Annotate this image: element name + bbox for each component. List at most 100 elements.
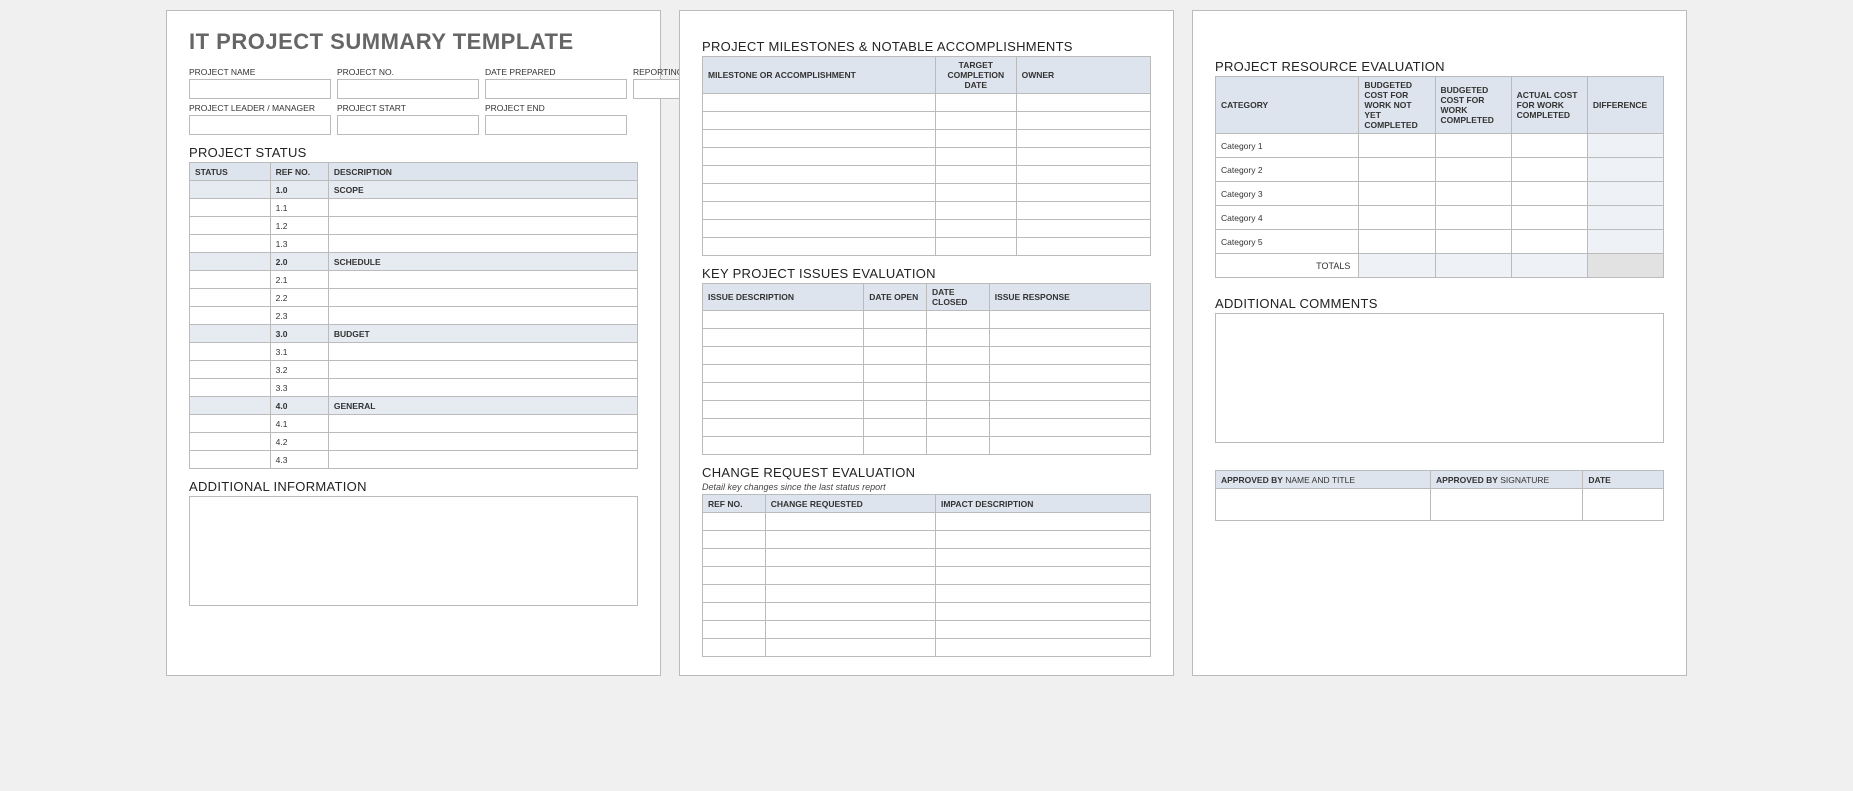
table-row[interactable] bbox=[703, 130, 1151, 148]
table-row[interactable] bbox=[703, 238, 1151, 256]
col-change-ref: REF NO. bbox=[703, 495, 766, 513]
table-row[interactable] bbox=[703, 585, 1151, 603]
subtext-changes: Detail key changes since the last status… bbox=[702, 482, 1151, 492]
col-desc: DESCRIPTION bbox=[328, 163, 637, 181]
table-row[interactable] bbox=[703, 513, 1151, 531]
table-row[interactable]: 4.1 bbox=[190, 415, 638, 433]
textarea-comments[interactable] bbox=[1215, 313, 1664, 443]
table-row[interactable] bbox=[703, 329, 1151, 347]
table-row[interactable]: 1.2 bbox=[190, 217, 638, 235]
table-row[interactable] bbox=[703, 347, 1151, 365]
heading-additional-info: ADDITIONAL INFORMATION bbox=[189, 479, 638, 494]
heading-comments: ADDITIONAL COMMENTS bbox=[1215, 296, 1664, 311]
label-project-name: PROJECT NAME bbox=[189, 67, 331, 77]
table-row[interactable]: Category 3 bbox=[1216, 182, 1664, 206]
table-project-status: STATUS REF NO. DESCRIPTION 1.0SCOPE1.11.… bbox=[189, 162, 638, 469]
table-row[interactable] bbox=[703, 184, 1151, 202]
textarea-additional-info[interactable] bbox=[189, 496, 638, 606]
field-row-1: PROJECT NAME PROJECT NO. DATE PREPARED R… bbox=[189, 67, 638, 99]
col-date-open: DATE OPEN bbox=[864, 284, 927, 311]
table-row[interactable] bbox=[703, 220, 1151, 238]
table-issues: ISSUE DESCRIPTION DATE OPEN DATE CLOSED … bbox=[702, 283, 1151, 455]
col-difference: DIFFERENCE bbox=[1587, 77, 1663, 134]
table-row[interactable] bbox=[703, 531, 1151, 549]
col-milestone: MILESTONE OR ACCOMPLISHMENT bbox=[703, 57, 936, 94]
table-changes: REF NO. CHANGE REQUESTED IMPACT DESCRIPT… bbox=[702, 494, 1151, 657]
table-row[interactable]: Category 1 bbox=[1216, 134, 1664, 158]
field-row-2: PROJECT LEADER / MANAGER PROJECT START P… bbox=[189, 103, 638, 135]
table-row[interactable] bbox=[703, 639, 1151, 657]
col-target-date: TARGET COMPLETION DATE bbox=[935, 57, 1016, 94]
heading-milestones: PROJECT MILESTONES & NOTABLE ACCOMPLISHM… bbox=[702, 39, 1151, 54]
label-project-start: PROJECT START bbox=[337, 103, 479, 113]
heading-changes: CHANGE REQUEST EVALUATION bbox=[702, 465, 1151, 480]
table-approval: APPROVED BY NAME AND TITLE APPROVED BY S… bbox=[1215, 470, 1664, 521]
table-row[interactable]: Category 2 bbox=[1216, 158, 1664, 182]
label-project-end: PROJECT END bbox=[485, 103, 627, 113]
table-row[interactable]: 1.1 bbox=[190, 199, 638, 217]
heading-resource: PROJECT RESOURCE EVALUATION bbox=[1215, 59, 1664, 74]
table-row[interactable] bbox=[703, 311, 1151, 329]
label-project-no: PROJECT NO. bbox=[337, 67, 479, 77]
table-row[interactable] bbox=[703, 202, 1151, 220]
table-row[interactable]: Category 4 bbox=[1216, 206, 1664, 230]
table-row[interactable] bbox=[703, 603, 1151, 621]
col-budget-not: BUDGETED COST FOR WORK NOT YET COMPLETED bbox=[1359, 77, 1435, 134]
col-change-req: CHANGE REQUESTED bbox=[765, 495, 935, 513]
table-row[interactable]: 3.0BUDGET bbox=[190, 325, 638, 343]
table-row[interactable]: 2.3 bbox=[190, 307, 638, 325]
table-row[interactable] bbox=[703, 148, 1151, 166]
table-row[interactable]: 2.1 bbox=[190, 271, 638, 289]
col-category: CATEGORY bbox=[1216, 77, 1359, 134]
table-row[interactable]: Category 5 bbox=[1216, 230, 1664, 254]
table-row[interactable]: 3.1 bbox=[190, 343, 638, 361]
table-row[interactable]: 2.0SCHEDULE bbox=[190, 253, 638, 271]
col-approved-name: APPROVED BY NAME AND TITLE bbox=[1216, 471, 1431, 489]
table-row[interactable] bbox=[703, 621, 1151, 639]
col-budget-done: BUDGETED COST FOR WORK COMPLETED bbox=[1435, 77, 1511, 134]
col-approved-sig: APPROVED BY SIGNATURE bbox=[1431, 471, 1583, 489]
col-date-closed: DATE CLOSED bbox=[926, 284, 989, 311]
heading-issues: KEY PROJECT ISSUES EVALUATION bbox=[702, 266, 1151, 281]
input-project-name[interactable] bbox=[189, 79, 331, 99]
table-row[interactable] bbox=[1216, 489, 1664, 521]
col-change-impact: IMPACT DESCRIPTION bbox=[935, 495, 1150, 513]
table-row[interactable]: 4.3 bbox=[190, 451, 638, 469]
table-resource: CATEGORY BUDGETED COST FOR WORK NOT YET … bbox=[1215, 76, 1664, 278]
table-row[interactable]: 4.0GENERAL bbox=[190, 397, 638, 415]
table-row[interactable] bbox=[703, 437, 1151, 455]
page-1: IT PROJECT SUMMARY TEMPLATE PROJECT NAME… bbox=[166, 10, 661, 676]
input-date-prepared[interactable] bbox=[485, 79, 627, 99]
col-status: STATUS bbox=[190, 163, 271, 181]
totals-row: TOTALS bbox=[1216, 254, 1664, 278]
table-milestones: MILESTONE OR ACCOMPLISHMENT TARGET COMPL… bbox=[702, 56, 1151, 256]
label-date-prepared: DATE PREPARED bbox=[485, 67, 627, 77]
table-row[interactable] bbox=[703, 383, 1151, 401]
table-row[interactable]: 1.0SCOPE bbox=[190, 181, 638, 199]
table-row[interactable] bbox=[703, 365, 1151, 383]
table-row[interactable]: 2.2 bbox=[190, 289, 638, 307]
table-row[interactable]: 3.3 bbox=[190, 379, 638, 397]
label-project-leader: PROJECT LEADER / MANAGER bbox=[189, 103, 331, 113]
col-actual: ACTUAL COST FOR WORK COMPLETED bbox=[1511, 77, 1587, 134]
col-owner: OWNER bbox=[1016, 57, 1150, 94]
table-row[interactable]: 3.2 bbox=[190, 361, 638, 379]
table-row[interactable] bbox=[703, 94, 1151, 112]
input-project-leader[interactable] bbox=[189, 115, 331, 135]
table-row[interactable] bbox=[703, 549, 1151, 567]
table-row[interactable] bbox=[703, 567, 1151, 585]
table-row[interactable] bbox=[703, 166, 1151, 184]
table-row[interactable]: 1.3 bbox=[190, 235, 638, 253]
input-project-start[interactable] bbox=[337, 115, 479, 135]
table-row[interactable]: 4.2 bbox=[190, 433, 638, 451]
input-project-no[interactable] bbox=[337, 79, 479, 99]
col-issue-desc: ISSUE DESCRIPTION bbox=[703, 284, 864, 311]
doc-title: IT PROJECT SUMMARY TEMPLATE bbox=[189, 29, 638, 55]
page-2: PROJECT MILESTONES & NOTABLE ACCOMPLISHM… bbox=[679, 10, 1174, 676]
input-project-end[interactable] bbox=[485, 115, 627, 135]
table-row[interactable] bbox=[703, 419, 1151, 437]
table-row[interactable] bbox=[703, 401, 1151, 419]
col-ref: REF NO. bbox=[270, 163, 328, 181]
table-row[interactable] bbox=[703, 112, 1151, 130]
heading-project-status: PROJECT STATUS bbox=[189, 145, 638, 160]
